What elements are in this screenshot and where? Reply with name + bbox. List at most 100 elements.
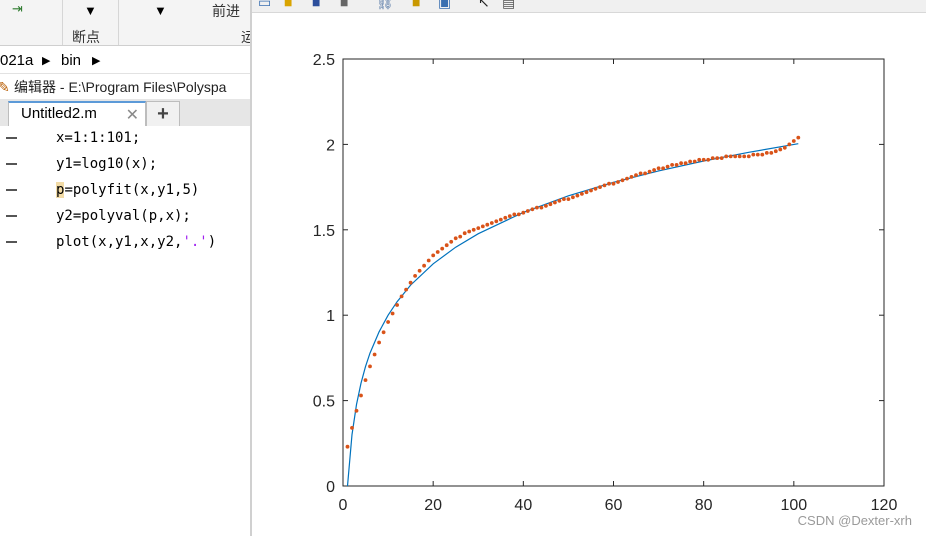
breakpoints-dropdown-icon[interactable]: ▼ — [84, 4, 97, 18]
address-bar[interactable]: 021a ▶ bin ▶ — [0, 49, 250, 74]
add-tab-button[interactable]: + — [146, 101, 180, 126]
series-dot — [679, 161, 683, 166]
series-dot — [634, 173, 638, 178]
series-dot — [426, 258, 431, 263]
ribbon-partial-icon[interactable]: ▮ — [0, 2, 1, 16]
series-dot — [553, 200, 557, 205]
series-dot — [480, 224, 485, 229]
plot-svg[interactable]: 0 20 40 60 80 100 120 0 0.5 1 1.5 2 2.5 — [252, 13, 926, 536]
y-tick-label: 1 — [326, 308, 335, 325]
series-dot — [643, 171, 647, 176]
series-dot — [755, 152, 760, 157]
series-dot — [435, 250, 440, 254]
watermark: CSDN @Dexter-xrh — [797, 513, 912, 528]
series-dot — [453, 236, 458, 241]
series-dot — [521, 210, 526, 215]
code-line[interactable]: y2=polyval(p,x); — [0, 204, 250, 230]
series-dot — [345, 444, 350, 449]
series-dot — [719, 156, 724, 161]
series-dot — [791, 139, 796, 143]
series-dot — [503, 215, 508, 220]
run-dropdown-icon[interactable]: ▼ — [154, 4, 167, 18]
series-dot — [458, 234, 463, 239]
insert-icon[interactable]: ⇥ — [12, 2, 23, 16]
print-icon[interactable]: ■ — [340, 0, 348, 10]
save-icon[interactable]: ■ — [312, 0, 320, 10]
open-file-icon[interactable]: ■ — [284, 0, 292, 10]
code-editor[interactable]: x=1:1:101; y1=log10(x); p=polyfit(x,y1,5… — [0, 126, 250, 536]
tab-label: Untitled2.m — [21, 105, 97, 122]
series-dot — [350, 426, 354, 430]
breakpoints-label: 断点 — [72, 30, 100, 46]
series-dot — [449, 239, 454, 244]
address-path-segment[interactable]: 021a — [0, 49, 33, 73]
x-tick-label: 20 — [424, 497, 442, 514]
x-tick-label: 80 — [695, 497, 713, 514]
series-dot — [467, 229, 472, 234]
series-dot — [647, 169, 652, 174]
series-dot — [751, 152, 756, 157]
forward-button[interactable]: 前进 — [212, 1, 240, 21]
series-dot — [746, 154, 751, 159]
code-line[interactable]: y1=log10(x); — [0, 152, 250, 178]
series-dot — [498, 217, 503, 222]
series-dot — [566, 197, 571, 202]
code-line[interactable]: x=1:1:101; — [0, 126, 250, 152]
series-dot — [629, 175, 634, 179]
insert-legend-icon[interactable]: ▣ — [438, 0, 451, 10]
series-dot — [769, 151, 774, 155]
breakpoint-dash[interactable] — [6, 189, 17, 191]
series-dot — [737, 154, 742, 159]
breakpoint-dash[interactable] — [6, 215, 17, 217]
series-dot — [764, 151, 769, 155]
y-tick-label: 1.5 — [313, 223, 335, 240]
code-line[interactable]: p=polyfit(x,y1,5) — [0, 178, 250, 204]
series-dot — [598, 185, 602, 190]
breakpoint-dash[interactable] — [6, 241, 17, 243]
close-icon[interactable]: ✕ — [126, 105, 139, 125]
new-figure-icon[interactable]: ▭ — [258, 0, 271, 10]
link-icon[interactable]: ⛓ — [376, 0, 394, 10]
series-dot — [354, 408, 359, 413]
series-dot — [444, 243, 449, 248]
series-dot — [715, 156, 720, 161]
path-chevron-icon[interactable]: ▶ — [42, 49, 50, 73]
property-editor-icon[interactable]: ▤ — [502, 0, 515, 10]
run-section-label: 运 — [241, 30, 250, 46]
series-dot — [733, 154, 738, 159]
figure-toolbar: ▭ ■ ■ ■ ⛓ ■ ▣ ↖ ▤ — [252, 0, 926, 13]
series-dot — [575, 193, 580, 198]
series-dot — [674, 163, 679, 167]
address-folder-segment[interactable]: bin — [61, 49, 81, 73]
series-dot — [431, 253, 436, 258]
series-dot — [652, 168, 656, 172]
series-dot — [665, 164, 670, 169]
breakpoint-dash[interactable] — [6, 137, 17, 139]
series-dot — [548, 202, 553, 207]
series-dot — [760, 152, 765, 157]
x-tick-label: 40 — [514, 497, 532, 514]
series-dot — [525, 209, 530, 213]
series-dot — [417, 268, 422, 273]
series-dot — [372, 352, 377, 357]
series-dot — [404, 287, 408, 292]
code-line[interactable]: plot(x,y1,x,y2,'.') — [0, 230, 250, 256]
series-dot — [683, 161, 688, 166]
insert-colorbar-icon[interactable]: ■ — [412, 0, 420, 10]
series-dot — [489, 221, 494, 225]
series-dot — [422, 263, 426, 268]
tab-untitled2[interactable]: Untitled2.m ✕ — [8, 101, 146, 127]
series-dot — [368, 364, 372, 369]
ribbon-separator — [62, 0, 63, 45]
series-dot — [661, 166, 665, 171]
path-chevron-icon[interactable]: ▶ — [92, 49, 100, 73]
series-dot — [539, 205, 544, 210]
series-dot — [530, 207, 535, 212]
series-dot — [395, 303, 399, 307]
series-dot — [688, 159, 692, 164]
pointer-icon[interactable]: ↖ — [478, 0, 490, 10]
series-dot — [787, 142, 792, 147]
breakpoint-dash[interactable] — [6, 163, 17, 165]
series-dot — [516, 212, 521, 217]
series-dot — [413, 274, 417, 278]
